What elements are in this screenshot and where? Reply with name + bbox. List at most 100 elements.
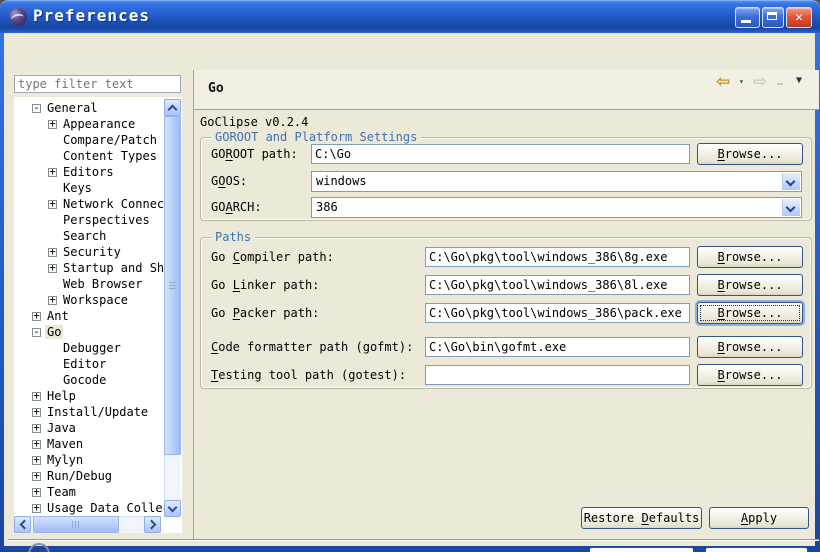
expand-icon[interactable]: +	[48, 168, 57, 177]
go-linker-path-browse-button[interactable]: Browse...	[697, 274, 803, 296]
tree-item-startup-and-shu[interactable]: +Startup and Shu	[14, 260, 182, 276]
panel-divider	[193, 70, 194, 539]
chevron-down-icon[interactable]	[782, 173, 800, 190]
apply-button[interactable]: Apply	[709, 507, 809, 529]
tree-item-team[interactable]: + Team	[14, 484, 182, 500]
goarch-label: GOARCH:	[211, 200, 262, 214]
tree-item-debugger[interactable]: Debugger	[14, 340, 182, 356]
tree-item-maven[interactable]: + Maven	[14, 436, 182, 452]
scroll-up-icon[interactable]	[164, 99, 181, 116]
expand-icon[interactable]: +	[32, 424, 41, 433]
gotest-path-input[interactable]	[425, 365, 690, 385]
goos-combo[interactable]: windows	[311, 171, 802, 192]
tree-item-keys[interactable]: Keys	[14, 180, 182, 196]
tree-item-go[interactable]: -Go	[14, 324, 182, 340]
cancel-button[interactable]: Cancel	[705, 547, 808, 552]
tree-item-search[interactable]: Search	[14, 228, 182, 244]
expand-icon[interactable]: +	[48, 264, 57, 273]
tree-item-java[interactable]: + Java	[14, 420, 182, 436]
tree-item-editor[interactable]: Editor	[14, 356, 182, 372]
tree-item-gocode[interactable]: Gocode	[14, 372, 182, 388]
scroll-down-icon[interactable]	[164, 500, 181, 517]
tree-item-general[interactable]: -General	[14, 100, 182, 116]
tree-horizontal-scrollbar[interactable]	[14, 516, 161, 533]
tree-item-help[interactable]: +Help	[14, 388, 182, 404]
collapse-icon[interactable]: -	[32, 104, 41, 113]
gofmt-path-browse-button[interactable]: Browse...	[697, 336, 803, 358]
tree-item-security[interactable]: + Security	[14, 244, 182, 260]
go-packer-path-browse-button[interactable]: Browse...	[697, 302, 803, 324]
expand-icon[interactable]: +	[48, 248, 57, 257]
tree-item-web-browser[interactable]: Web Browser	[14, 276, 182, 292]
expand-icon[interactable]: +	[32, 312, 41, 321]
horizontal-scroll-thumb[interactable]	[33, 516, 119, 533]
tree-item-mylyn[interactable]: +Mylyn	[14, 452, 182, 468]
scroll-right-icon[interactable]	[144, 516, 161, 533]
collapse-icon[interactable]: -	[32, 328, 41, 337]
maximize-icon[interactable]	[762, 7, 784, 28]
expand-icon[interactable]: +	[32, 504, 41, 513]
gofmt-path-input[interactable]	[425, 337, 690, 357]
forward-menu-icon	[777, 83, 783, 85]
close-icon[interactable]: ✕	[786, 7, 812, 28]
restore-defaults-button[interactable]: Restore Defaults	[581, 507, 702, 529]
chevron-down-icon[interactable]	[782, 199, 800, 216]
goroot-path-browse-button[interactable]: Browse...	[697, 143, 803, 165]
go-packer-path-input[interactable]	[425, 303, 690, 323]
tree-item-editors[interactable]: +Editors	[14, 164, 182, 180]
page-title: Go	[208, 81, 224, 96]
back-arrow-icon[interactable]: ⇦	[716, 72, 730, 92]
expand-icon[interactable]: +	[32, 456, 41, 465]
window-title: Preferences	[33, 6, 150, 25]
tree-item-label: Run/Debug	[45, 469, 114, 483]
tree-item-run-debug[interactable]: + Run/Debug	[14, 468, 182, 484]
go-compiler-path-input[interactable]	[425, 247, 690, 267]
help-icon[interactable]: ?	[28, 543, 50, 552]
tree-item-content-types[interactable]: Content Types	[14, 148, 182, 164]
tree-item-label: Java	[45, 421, 78, 435]
expand-icon[interactable]: +	[32, 392, 41, 401]
tree-item-perspectives[interactable]: Perspectives	[14, 212, 182, 228]
tree-item-label: Install/Update	[45, 405, 150, 419]
tree-item-workspace[interactable]: + Workspace	[14, 292, 182, 308]
tree-item-label: Ant	[45, 309, 71, 323]
preferences-dialog: Preferences ✕ -General+AppearanceCompare…	[0, 0, 820, 552]
vertical-scroll-thumb[interactable]	[164, 116, 181, 455]
goroot-path-input[interactable]	[311, 144, 690, 164]
tree-item-label: Maven	[45, 437, 85, 451]
title-bar[interactable]: Preferences ✕	[0, 0, 820, 33]
tree-item-label: Perspectives	[61, 213, 152, 227]
gotest-path-label: Testing tool path (gotest):	[211, 368, 406, 382]
go-linker-path-label: Go Linker path:	[211, 278, 319, 292]
tree-item-label: Editor	[61, 357, 108, 371]
go-linker-path-input[interactable]	[425, 275, 690, 295]
expand-icon[interactable]: +	[32, 488, 41, 497]
tree-item-usage-data-collect[interactable]: +Usage Data Collect	[14, 500, 182, 516]
scroll-left-icon[interactable]	[14, 516, 31, 533]
tree-item-label: Workspace	[61, 293, 130, 307]
expand-icon[interactable]: +	[48, 200, 57, 209]
expand-icon[interactable]: +	[48, 296, 57, 305]
tree-item-install-update[interactable]: + Install/Update	[14, 404, 182, 420]
tree-item-network-connect[interactable]: + Network Connect	[14, 196, 182, 212]
expand-icon[interactable]: +	[32, 440, 41, 449]
tree-item-label: Security	[61, 245, 123, 259]
minimize-icon[interactable]	[735, 7, 760, 28]
tree-item-label: Network Connect	[61, 197, 173, 211]
view-menu-icon[interactable]: ▼	[796, 75, 802, 86]
expand-icon[interactable]: +	[32, 408, 41, 417]
back-menu-icon[interactable]: ▾	[739, 77, 744, 86]
filter-input[interactable]	[14, 75, 181, 93]
go-compiler-path-browse-button[interactable]: Browse...	[697, 246, 803, 268]
tree-item-compare-patch[interactable]: Compare/Patch	[14, 132, 182, 148]
goarch-combo[interactable]: 386	[311, 197, 802, 218]
tree-item-label: Compare/Patch	[61, 133, 159, 147]
tree-vertical-scrollbar[interactable]	[164, 99, 181, 517]
ok-button[interactable]: OK	[589, 547, 694, 552]
expand-icon[interactable]: +	[48, 120, 57, 129]
tree-item-appearance[interactable]: +Appearance	[14, 116, 182, 132]
gotest-path-browse-button[interactable]: Browse...	[697, 364, 803, 386]
tree-item-ant[interactable]: + Ant	[14, 308, 182, 324]
expand-icon[interactable]: +	[32, 472, 41, 481]
tree-item-label: Team	[45, 485, 78, 499]
